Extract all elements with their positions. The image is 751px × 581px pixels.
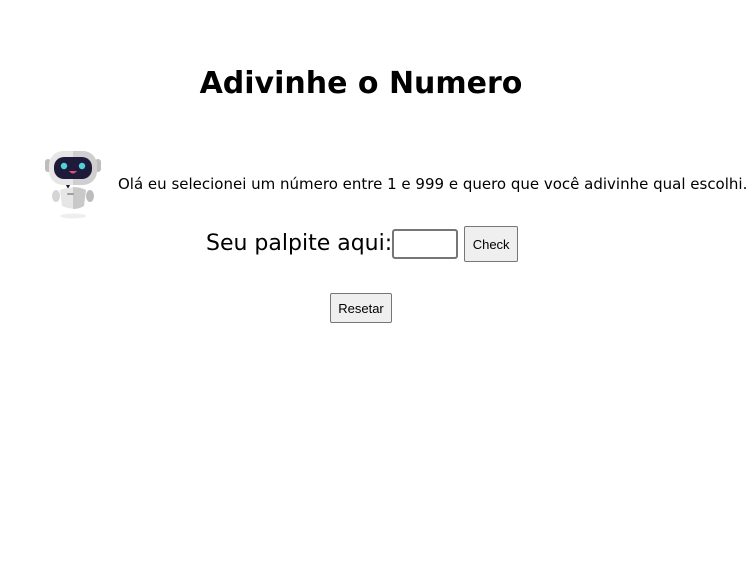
reset-button[interactable]: Resetar [330, 293, 392, 323]
robot-icon [45, 151, 101, 219]
guess-form: Seu palpite aqui: Check [206, 226, 519, 262]
guess-label: Seu palpite aqui: [206, 231, 393, 256]
page: Adivinhe o Numero Olá eu selecionei um n… [0, 0, 751, 581]
intro-message: Olá eu selecionei um número entre 1 e 99… [118, 175, 748, 193]
intro-section: Olá eu selecionei um número entre 1 e 99… [42, 148, 747, 220]
guess-input[interactable] [392, 229, 459, 259]
check-button[interactable]: Check [464, 226, 519, 262]
page-title: Adivinhe o Numero [199, 66, 523, 101]
